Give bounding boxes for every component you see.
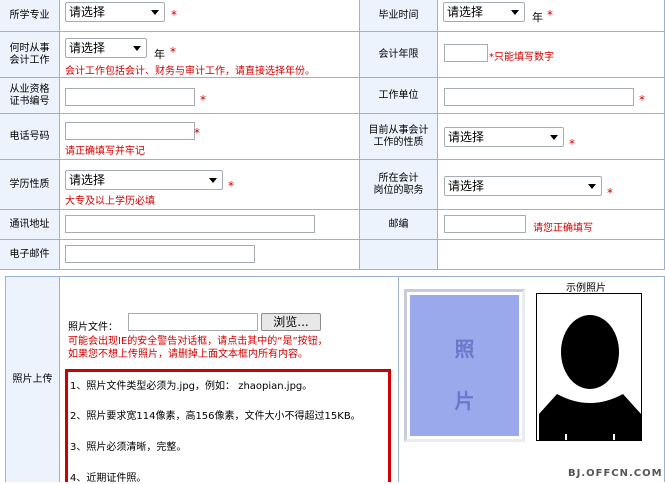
requirement-1: 1、照片文件类型必须为.jpg，例如： zhaopian.jpg。: [70, 381, 313, 392]
required-mark: *: [194, 126, 200, 140]
watermark: BJ.OFFCN.COM: [568, 468, 663, 479]
edu-cell: 请选择 * 大专及以上学历必填: [60, 160, 360, 210]
required-mark: *: [547, 8, 553, 22]
placeholder-char-1: 照: [454, 337, 475, 361]
edu-select-value: 请选择: [69, 173, 106, 187]
photo-preview: 照 片: [404, 289, 525, 442]
phone-label: 电话号码: [0, 114, 60, 160]
photo-file-input[interactable]: [128, 313, 258, 331]
years-input[interactable]: [444, 44, 488, 62]
sample-photo: [536, 293, 642, 441]
edu-select[interactable]: 请选择: [65, 170, 223, 190]
chevron-down-icon: [151, 10, 159, 15]
requirement-2: 2、照片要求宽114像素，高156像素，文件大小不得超过15KB。: [70, 411, 361, 422]
phone-note: 请正确填写并牢记: [65, 146, 145, 157]
when-select-value: 请选择: [69, 41, 106, 55]
years-cell: *只能填写数字: [438, 32, 665, 78]
address-cell: [60, 210, 360, 240]
nature-select-value: 请选择: [448, 130, 485, 144]
zip-note: 请您正确填写: [533, 223, 593, 234]
required-mark: *: [228, 179, 234, 193]
when-year-select[interactable]: 请选择: [65, 38, 147, 58]
browse-button[interactable]: 浏览...: [261, 313, 321, 331]
email-cell: [60, 240, 360, 270]
when-note: 会计工作包括会计、财务与审计工作，请直接选择年份。: [65, 66, 315, 77]
photo-placeholder: 照 片: [410, 295, 519, 436]
divider: [398, 277, 399, 482]
chevron-down-icon: [511, 10, 519, 15]
position-select-value: 请选择: [448, 179, 485, 193]
email-label: 电子邮件: [0, 240, 60, 270]
empty-label: [360, 240, 438, 270]
address-input[interactable]: [65, 215, 315, 233]
zip-label: 邮编: [360, 210, 438, 240]
person-silhouette-icon: [539, 315, 641, 440]
major-cell: 请选择 *: [60, 0, 360, 32]
nature-select[interactable]: 请选择: [444, 127, 564, 147]
position-select[interactable]: 请选择: [444, 176, 602, 196]
year-unit: 年: [532, 11, 543, 24]
grad-year-select[interactable]: 请选择: [443, 2, 525, 22]
cert-cell: *: [60, 78, 360, 114]
requirement-3: 3、照片必须清晰，完整。: [70, 442, 187, 453]
zip-input[interactable]: [444, 215, 526, 233]
grad-select-value: 请选择: [447, 5, 484, 19]
chevron-down-icon: [209, 178, 217, 183]
cert-label: 从业资格 证书编号: [0, 78, 60, 114]
employer-cell: *: [438, 78, 665, 114]
nature-cell: 请选择 *: [438, 114, 665, 160]
required-mark: *: [170, 45, 176, 59]
chevron-down-icon: [550, 135, 558, 140]
years-label: 会计年限: [360, 32, 438, 78]
photo-warning-2: 如果您不想上传照片，请删掉上面文本框内所有内容。: [68, 349, 308, 360]
phone-input[interactable]: [65, 122, 195, 140]
edu-note: 大专及以上学历必填: [65, 196, 155, 207]
file-label: 照片文件：: [68, 322, 118, 333]
when-label: 何时从事 会计工作: [0, 32, 60, 78]
nature-label: 目前从事会计 工作的性质: [360, 114, 438, 160]
email-input[interactable]: [65, 245, 255, 263]
employer-input[interactable]: [444, 88, 634, 106]
edu-label: 学历性质: [0, 160, 60, 210]
grad-cell: 请选择 年 *: [438, 0, 665, 32]
placeholder-char-2: 片: [454, 389, 475, 413]
phone-cell: * 请正确填写并牢记: [60, 114, 360, 160]
required-mark: *: [607, 186, 613, 200]
address-label: 通讯地址: [0, 210, 60, 240]
grad-label: 毕业时间: [360, 0, 438, 32]
photo-label: 照片上传: [6, 277, 60, 482]
position-label: 所在会计 岗位的职务: [360, 160, 438, 210]
position-cell: 请选择 *: [438, 160, 665, 210]
zip-cell: 请您正确填写: [438, 210, 665, 240]
major-select-value: 请选择: [69, 5, 106, 19]
required-mark: *: [200, 93, 206, 107]
chevron-down-icon: [133, 46, 141, 51]
required-mark: *: [639, 93, 645, 107]
required-mark: *: [171, 8, 177, 22]
years-note: *只能填写数字: [489, 52, 554, 63]
major-select[interactable]: 请选择: [65, 2, 165, 22]
chevron-down-icon: [588, 184, 596, 189]
cert-input[interactable]: [65, 88, 195, 106]
sample-title: 示例照片: [566, 283, 606, 294]
requirements-box: 1、照片文件类型必须为.jpg，例如： zhaopian.jpg。 2、照片要求…: [65, 369, 391, 484]
employer-label: 工作单位: [360, 78, 438, 114]
when-cell: 请选择 年 * 会计工作包括会计、财务与审计工作，请直接选择年份。: [60, 32, 360, 78]
year-unit: 年: [154, 48, 165, 61]
major-label: 所学专业: [0, 0, 60, 32]
empty-cell: [438, 240, 665, 270]
required-mark: *: [569, 137, 575, 151]
